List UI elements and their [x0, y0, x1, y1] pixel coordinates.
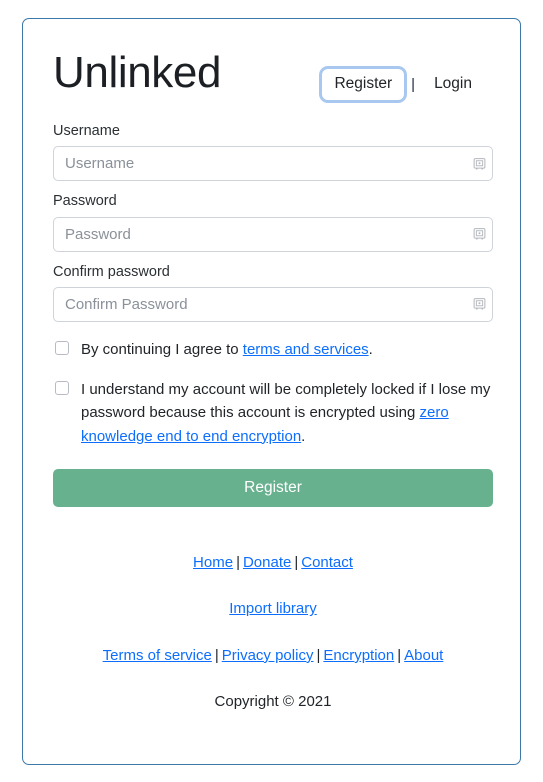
- encryption-text-after: .: [301, 427, 306, 445]
- tab-login[interactable]: Login: [422, 69, 484, 100]
- field-confirm-password: Confirm password: [53, 262, 493, 322]
- footer-row-import: Import library: [53, 598, 493, 621]
- password-label: Password: [53, 193, 117, 210]
- terms-text-before: By continuing I agree to: [81, 340, 243, 358]
- terms-agreement-row: By continuing I agree to terms and servi…: [53, 338, 493, 361]
- terms-and-services-link[interactable]: terms and services: [243, 341, 369, 358]
- encryption-acknowledgement-row: I understand my account will be complete…: [53, 378, 493, 448]
- copyright-text: Copyright © 2021: [214, 693, 332, 711]
- page-root: Unlinked Register | Login Username Usern…: [0, 0, 543, 782]
- confirm-password-input[interactable]: [53, 286, 493, 322]
- footer-row-legal: Terms of service | Privacy policy | Encrypti…: [53, 645, 493, 668]
- username-input-wrap: [53, 146, 493, 182]
- password-input-wrap: [53, 216, 493, 252]
- footer-separator: |: [397, 646, 402, 664]
- field-username: Username: [53, 121, 493, 182]
- footer-link-terms-of-service[interactable]: Terms of service: [103, 647, 212, 664]
- password-manager-icon[interactable]: [473, 298, 486, 311]
- field-password: Password: [53, 191, 493, 252]
- password-manager-icon[interactable]: [473, 228, 486, 241]
- password-input[interactable]: [53, 216, 493, 252]
- footer-link-contact[interactable]: Contact: [301, 554, 353, 571]
- footer-link-about[interactable]: About: [404, 647, 443, 664]
- footer-separator: |: [294, 553, 299, 571]
- encryption-acknowledgement-label: I understand my account will be complete…: [81, 378, 493, 448]
- footer-link-home[interactable]: Home: [193, 554, 233, 571]
- footer-link-privacy-policy[interactable]: Privacy policy: [222, 647, 314, 664]
- footer-separator: |: [316, 646, 321, 664]
- footer-link-encryption[interactable]: Encryption: [323, 647, 394, 664]
- footer-link-import-library[interactable]: Import library: [229, 600, 317, 617]
- footer-row-primary: Home | Donate | Contact: [53, 552, 493, 575]
- username-label: Username: [53, 123, 120, 139]
- auth-nav-separator: |: [411, 75, 416, 93]
- encryption-acknowledgement-checkbox[interactable]: [55, 381, 69, 396]
- password-manager-icon[interactable]: [473, 157, 486, 170]
- footer: Home | Donate | Contact Import library Terms…: [53, 552, 493, 714]
- register-button[interactable]: Register: [53, 468, 493, 507]
- page-title: Unlinked: [53, 48, 222, 97]
- confirm-password-input-wrap: [53, 286, 493, 322]
- tab-register[interactable]: Register: [322, 69, 404, 100]
- auth-card: Unlinked Register | Login Username Usern…: [22, 18, 521, 765]
- terms-text-after: .: [368, 340, 373, 358]
- footer-link-donate[interactable]: Donate: [243, 554, 291, 571]
- terms-agreement-checkbox[interactable]: [55, 340, 69, 355]
- card-content: Unlinked Register | Login Username Usern…: [53, 39, 493, 714]
- footer-separator: |: [214, 646, 219, 664]
- header: Unlinked Register | Login: [53, 39, 493, 111]
- confirm-password-label: Confirm password: [53, 263, 170, 280]
- footer-separator: |: [236, 553, 240, 571]
- terms-agreement-label: By continuing I agree to terms and servi…: [81, 338, 373, 361]
- auth-nav: Register | Login: [322, 69, 484, 100]
- username-input[interactable]: [53, 146, 493, 182]
